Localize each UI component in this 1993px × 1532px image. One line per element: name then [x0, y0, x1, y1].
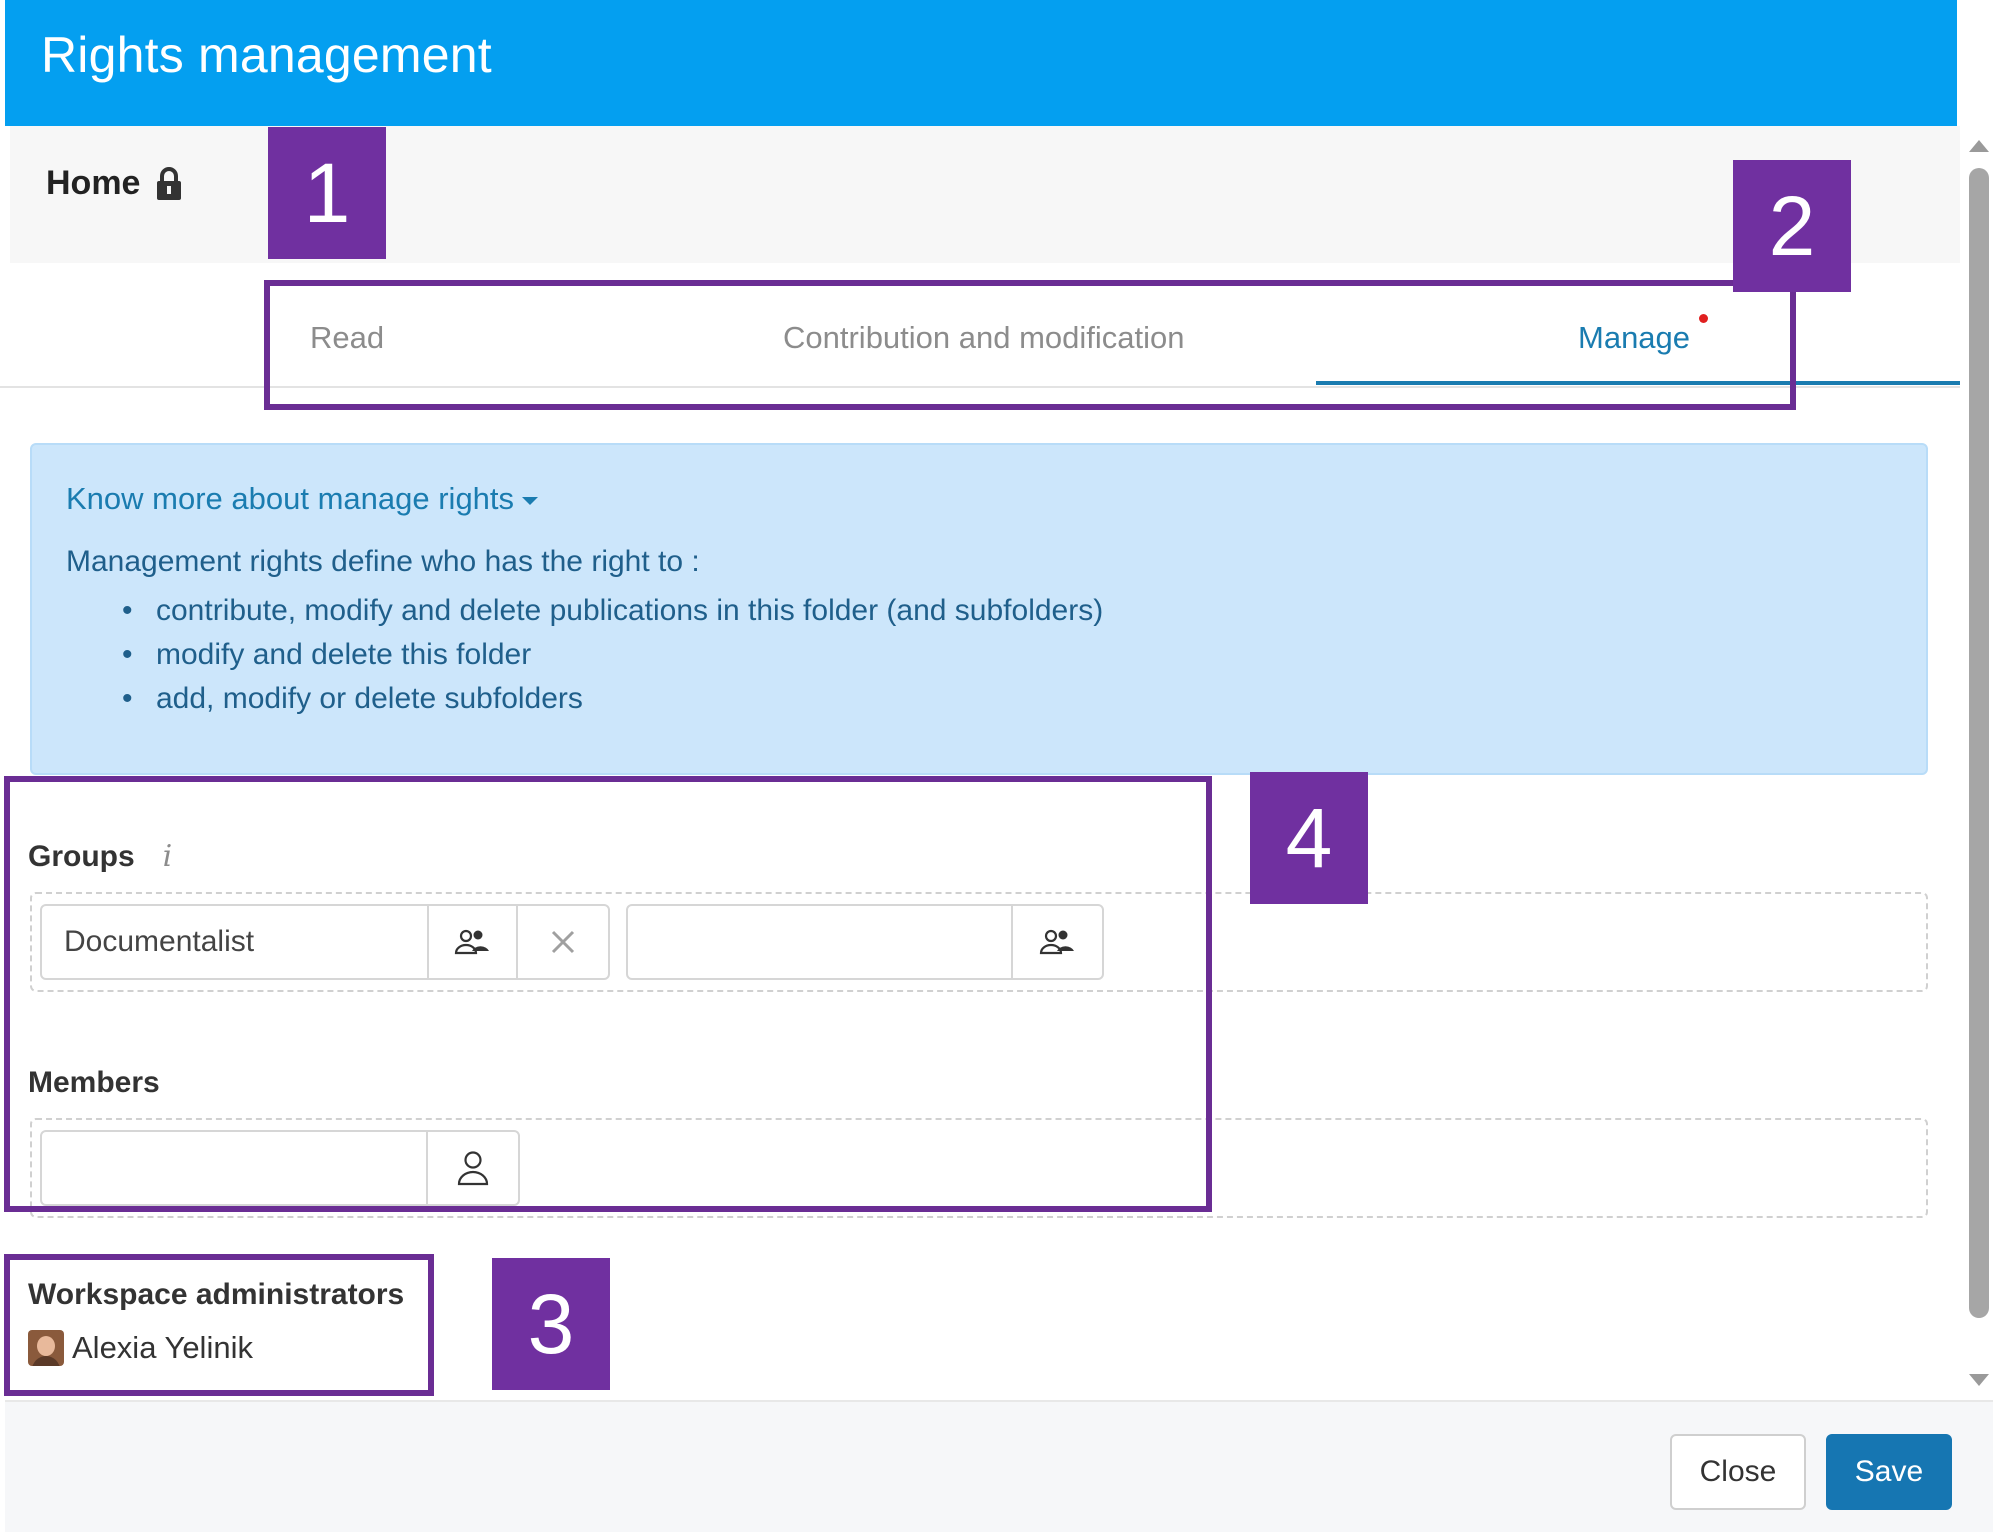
info-box: Know more about manage rights Management… [30, 443, 1928, 775]
annotation-frame-tabs [264, 280, 1796, 410]
annotation-number-2: 2 [1733, 160, 1851, 292]
close-button[interactable]: Close [1670, 1434, 1806, 1510]
save-button[interactable]: Save [1826, 1434, 1952, 1510]
scroll-down-arrow[interactable] [1969, 1374, 1989, 1386]
list-item: add, modify or delete subfolders [122, 677, 1103, 721]
annotation-number-4: 4 [1250, 772, 1368, 904]
caret-down-icon [522, 497, 539, 505]
lock-icon [157, 166, 182, 200]
annotation-number-1: 1 [268, 127, 386, 259]
scroll-up-arrow[interactable] [1969, 140, 1989, 152]
annotation-frame-admins [4, 1254, 434, 1396]
annotation-number-3: 3 [492, 1258, 610, 1390]
list-item: contribute, modify and delete publicatio… [122, 589, 1103, 633]
dialog-title: Rights management [41, 27, 492, 83]
know-more-link[interactable]: Know more about manage rights [66, 481, 539, 517]
breadcrumb-label: Home [46, 164, 141, 202]
scrollbar-thumb[interactable] [1969, 168, 1989, 1318]
info-intro: Management rights define who has the rig… [66, 545, 700, 578]
list-item: modify and delete this folder [122, 633, 1103, 677]
breadcrumb: Home [46, 164, 182, 203]
annotation-frame-groups-members [4, 776, 1212, 1212]
rights-management-dialog: Rights management Home Read Contribution… [0, 0, 1993, 1532]
know-more-label: Know more about manage rights [66, 481, 515, 516]
info-list: contribute, modify and delete publicatio… [122, 589, 1103, 721]
dialog-header: Rights management [5, 0, 1957, 126]
